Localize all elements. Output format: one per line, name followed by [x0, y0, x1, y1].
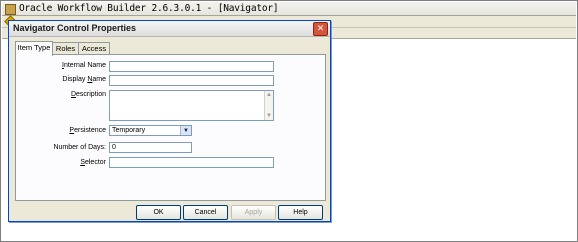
persistence-select[interactable]: Temporary ▼ [109, 125, 192, 136]
description-textarea[interactable]: ▲ ▼ [109, 90, 274, 121]
description-scrollbar[interactable]: ▲ ▼ [264, 91, 273, 120]
ok-button[interactable]: OK [136, 205, 181, 220]
internal-name-input[interactable] [109, 61, 274, 72]
tab-panel-item-type: Internal Name Display Name Description ▲… [15, 54, 326, 201]
apply-button[interactable]: Apply [231, 205, 276, 220]
number-of-days-label: Number of Days: [53, 144, 106, 151]
app-titlebar: Oracle Workflow Builder 2.6.3.0.1 - [Nav… [2, 2, 576, 16]
number-of-days-input[interactable]: 0 [109, 142, 192, 153]
app-title: Oracle Workflow Builder 2.6.3.0.1 - [Nav… [19, 3, 279, 14]
scroll-down-icon[interactable]: ▼ [265, 112, 273, 120]
screenshot-frame: Oracle Workflow Builder 2.6.3.0.1 - [Nav… [0, 0, 578, 242]
tab-item-type[interactable]: Item Type [15, 41, 53, 56]
internal-name-label: Internal Name [62, 62, 106, 69]
scroll-up-icon[interactable]: ▲ [265, 91, 273, 99]
help-button[interactable]: Help [278, 205, 323, 220]
display-name-label: Display Name [62, 76, 106, 83]
app-icon [5, 4, 16, 15]
persistence-value: Temporary [112, 127, 146, 134]
selector-label: Selector [80, 159, 106, 166]
persistence-label: Persistence [69, 127, 106, 134]
chevron-down-icon[interactable]: ▼ [180, 126, 191, 135]
dialog-titlebar[interactable]: Navigator Control Properties ✕ [9, 21, 330, 37]
dialog-title: Navigator Control Properties [13, 23, 137, 33]
display-name-input[interactable] [109, 75, 274, 86]
selector-input[interactable] [109, 157, 274, 168]
cancel-button[interactable]: Cancel [183, 205, 228, 220]
navigator-control-properties-dialog: Navigator Control Properties ✕ Item Type… [8, 20, 331, 222]
description-label: Description [70, 91, 106, 98]
close-button[interactable]: ✕ [313, 22, 328, 36]
close-icon: ✕ [316, 24, 325, 34]
